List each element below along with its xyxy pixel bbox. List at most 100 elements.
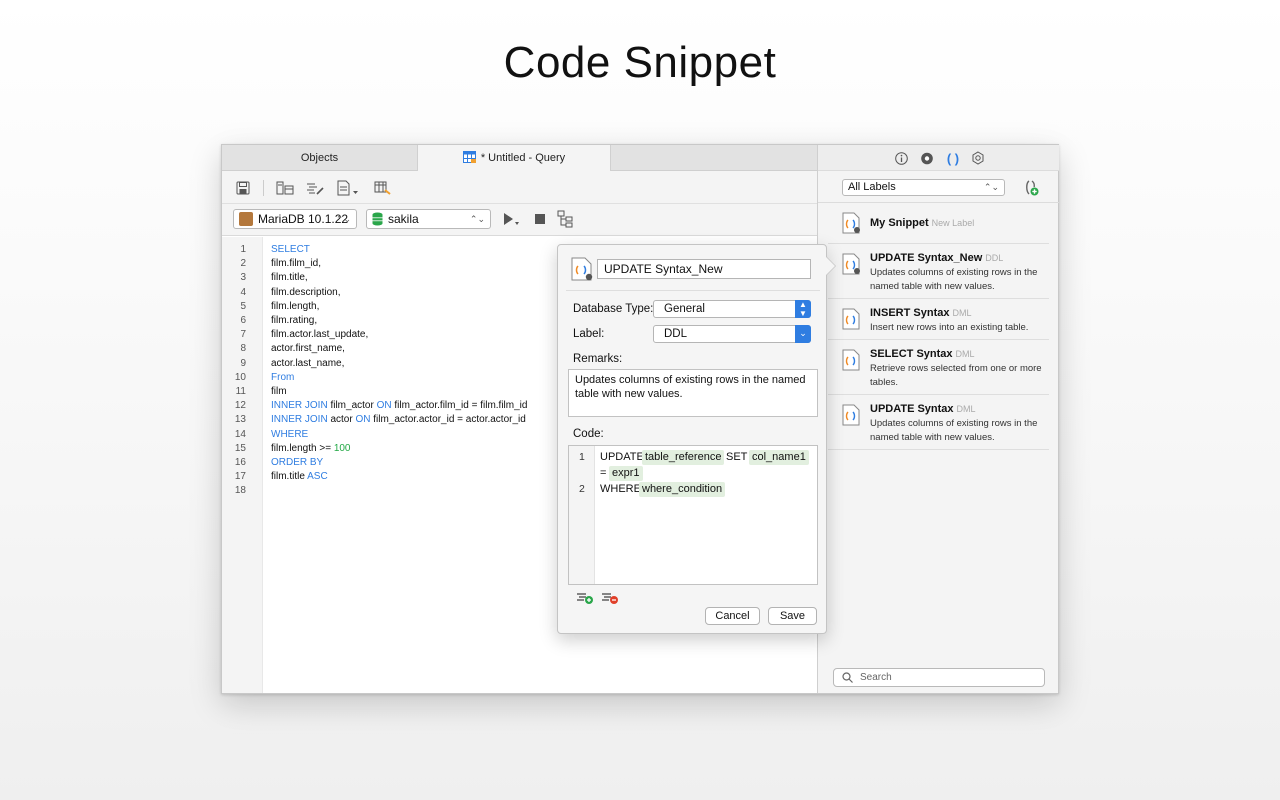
code-line: film.film_id, (271, 257, 321, 271)
info-icon[interactable] (894, 151, 908, 165)
labels-filter-value: All Labels (848, 181, 896, 193)
cancel-button[interactable]: Cancel (705, 607, 760, 625)
preview-eye-icon[interactable] (920, 151, 934, 165)
popover-arrow (826, 257, 835, 275)
line-number: 6 (240, 315, 246, 326)
run-icon[interactable] (502, 210, 522, 228)
snippet-code-editor[interactable]: 1 2 UPDATE table_reference SET col_name1… (568, 445, 818, 585)
export-result-icon[interactable] (373, 179, 393, 197)
explain-icon[interactable] (556, 210, 576, 228)
line-number: 16 (234, 457, 246, 468)
line-number: 2 (240, 258, 246, 270)
save-icon[interactable] (233, 179, 253, 197)
label-select[interactable]: DDL ⌄ (653, 325, 811, 343)
line-number-gutter: 1 2 3 4 5 6 7 8 9 10 11 12 13 14 15 16 17 18 (222, 237, 263, 693)
code-line: film (271, 385, 287, 399)
sql-keyword: ON (376, 400, 392, 412)
labels-filter-select[interactable]: All Labels ⌃⌄ (842, 179, 1005, 196)
select-chevron-icon: ⌃⌄ (983, 182, 999, 192)
sql-keyword: From (271, 371, 295, 383)
snippet-label: New Label (931, 218, 975, 228)
code-snippet-tab-icon[interactable]: ( ) (946, 151, 960, 166)
snippet-title: SELECT Syntax DML (870, 348, 975, 360)
labels-filter-row: All Labels ⌃⌄ (818, 171, 1059, 203)
database-name: sakila (388, 212, 419, 226)
query-builder-icon[interactable] (275, 179, 295, 197)
code-placeholder[interactable]: where_condition (639, 482, 726, 497)
connection-select[interactable]: MariaDB 10.1.22 ⌃⌄ (233, 209, 357, 229)
save-button[interactable]: Save (768, 607, 817, 625)
sql-keyword: SELECT (271, 244, 310, 255)
line-number: 8 (240, 343, 246, 355)
database-select[interactable]: sakila ⌃⌄ (366, 209, 491, 229)
line-number: 17 (234, 471, 246, 483)
code-placeholder[interactable]: col_name1 (749, 450, 809, 465)
snippet-file-icon (842, 404, 860, 426)
search-placeholder: Search (860, 672, 892, 683)
database-type-select[interactable]: General ▲ ▼ (653, 300, 811, 318)
code-placeholder[interactable]: expr1 (609, 466, 643, 481)
code-line: actor.last_name, (271, 357, 344, 371)
line-number: 7 (240, 329, 246, 341)
line-number: 12 (234, 400, 246, 412)
editor-toolbar (222, 171, 817, 204)
line-number: 10 (234, 371, 246, 383)
tab-objects[interactable]: Objects (222, 145, 417, 171)
snippet-item-update-syntax-new[interactable]: UPDATE Syntax_New DDL Updates columns of … (828, 244, 1049, 299)
sql-text: film.title, (271, 272, 308, 284)
snippet-search-input[interactable]: Search (833, 668, 1045, 687)
code-operator: = (600, 467, 607, 479)
snippet-file-icon (842, 212, 860, 234)
snippet-item-my-snippet[interactable]: My Snippet New Label (828, 203, 1049, 244)
sql-text: actor (327, 414, 356, 426)
code-snippet-icon[interactable] (335, 179, 361, 197)
snippet-item-insert-syntax[interactable]: INSERT Syntax DML Insert new rows into an… (828, 299, 1049, 340)
code-line: From (271, 371, 294, 385)
sql-text: film.description, (271, 286, 341, 298)
line-number: 3 (240, 272, 246, 284)
add-snippet-icon[interactable] (1023, 180, 1039, 196)
updown-chevron-icon: ▲ ▼ (795, 300, 811, 318)
toolbar-separator (263, 180, 264, 196)
snippet-label: DML (955, 349, 975, 359)
sql-text: actor.last_name, (271, 357, 345, 369)
sql-text: film.length >= (271, 442, 334, 454)
snippet-title: UPDATE Syntax_New DDL (870, 252, 1004, 264)
chevron-down-icon: ⌄ (795, 325, 811, 343)
sql-keyword: INNER JOIN (271, 400, 328, 412)
stop-icon[interactable] (530, 210, 550, 228)
sql-text: film.actor.last_update, (271, 329, 369, 341)
database-icon (372, 212, 383, 226)
snippet-description: Retrieve rows selected from one or more … (870, 363, 1042, 388)
line-number: 13 (234, 414, 246, 426)
snippet-item-select-syntax[interactable]: SELECT Syntax DML Retrieve rows selected … (828, 340, 1049, 395)
line-number: 18 (234, 485, 246, 497)
sql-text: film_actor.film_id = film.film_id (391, 400, 528, 412)
remarks-label: Remarks: (573, 353, 623, 365)
code-line: INNER JOIN film_actor ON film_actor.film… (271, 399, 527, 413)
snippet-title: My Snippet New Label (870, 217, 975, 229)
line-number: 5 (240, 300, 246, 312)
tab-untitled-query[interactable]: * Untitled - Query (417, 145, 611, 171)
search-icon (842, 672, 853, 683)
code-gutter: 1 2 (569, 446, 595, 584)
code-line: film.title, (271, 271, 308, 285)
connection-toolbar: MariaDB 10.1.22 ⌃⌄ sakila ⌃⌄ (222, 204, 817, 236)
database-type-value: General (664, 303, 705, 315)
code-line: film.rating, (271, 314, 317, 328)
snippet-item-update-syntax[interactable]: UPDATE Syntax DML Updates columns of exis… (828, 395, 1049, 450)
remove-placeholder-icon[interactable] (601, 591, 619, 605)
code-placeholder[interactable]: table_reference (642, 450, 725, 465)
add-placeholder-icon[interactable] (576, 591, 594, 605)
sql-keyword: INNER JOIN (271, 414, 328, 426)
snippet-label: DML (956, 404, 976, 414)
sql-keyword: WHERE (271, 428, 309, 440)
snippet-file-icon (842, 308, 860, 330)
snippet-name-field[interactable]: UPDATE Syntax_New (597, 259, 811, 279)
code-line: film.actor.last_update, (271, 328, 368, 342)
beautify-sql-icon[interactable] (305, 179, 325, 197)
settings-icon[interactable] (971, 151, 985, 165)
snippet-description: Updates columns of existing rows in the … (870, 267, 1038, 292)
remarks-textarea[interactable]: Updates columns of existing rows in the … (568, 369, 818, 417)
line-number: 1 (240, 244, 246, 255)
